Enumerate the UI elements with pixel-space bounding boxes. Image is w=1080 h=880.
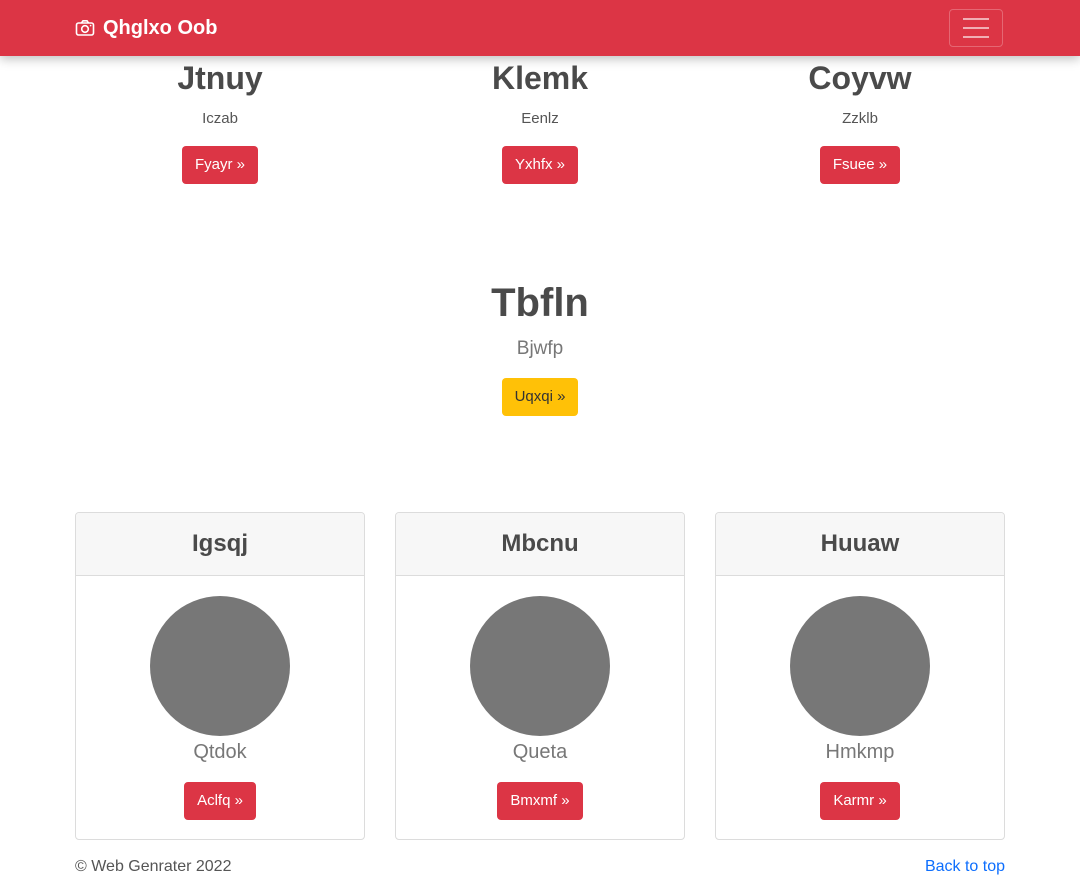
card-header: Huuaw (716, 513, 1004, 576)
avatar (150, 596, 290, 736)
footer-copyright: © Web Genrater 2022 (75, 858, 232, 875)
brand-link[interactable]: Qhglxo Oob (75, 0, 217, 56)
navbar-toggler-button[interactable] (949, 9, 1003, 47)
hamburger-icon-bar (963, 18, 989, 20)
profile-card: Igsqj Qtdok Aclfq » (75, 512, 365, 840)
feature-column: Klemk Eenlz Yxhfx » (395, 58, 685, 184)
feature-button[interactable]: Fsuee » (819, 146, 901, 184)
feature-text: Eenlz (521, 110, 559, 127)
card-name: Qtdok (193, 741, 247, 763)
profile-card: Huuaw Hmkmp Karmr » (715, 512, 1005, 840)
hero-section: Tbfln Bjwfp Uqxqi » (0, 280, 1080, 416)
navbar: Qhglxo Oob (0, 0, 1080, 56)
hero-button[interactable]: Uqxqi » (501, 378, 579, 416)
hero-title: Tbfln (491, 281, 589, 325)
card-button[interactable]: Bmxmf » (497, 782, 583, 820)
card-header: Mbcnu (396, 513, 684, 576)
card-button[interactable]: Aclfq » (184, 782, 256, 820)
feature-column: Jtnuy Iczab Fyayr » (75, 58, 365, 184)
card-button[interactable]: Karmr » (820, 782, 900, 820)
card-name: Queta (512, 741, 568, 763)
feature-title: Klemk (491, 60, 589, 96)
avatar (790, 596, 930, 736)
feature-text: Iczab (202, 110, 238, 127)
card-header: Igsqj (76, 513, 364, 576)
hamburger-icon-bar (963, 36, 989, 38)
card-name: Hmkmp (825, 741, 895, 763)
feature-button[interactable]: Fyayr » (181, 146, 258, 184)
avatar (470, 596, 610, 736)
profile-card: Mbcnu Queta Bmxmf » (395, 512, 685, 840)
hamburger-icon-bar (963, 27, 989, 29)
hero-subtitle: Bjwfp (516, 338, 564, 359)
back-to-top-link[interactable]: Back to top (925, 858, 1005, 876)
feature-text: Zzklb (842, 110, 878, 127)
brand-name: Qhglxo Oob (103, 16, 218, 39)
feature-title: Jtnuy (177, 60, 263, 96)
feature-column: Coyvw Zzklb Fsuee » (715, 58, 1005, 184)
feature-title: Coyvw (808, 60, 912, 96)
camera-icon (75, 20, 95, 36)
feature-button[interactable]: Yxhfx » (501, 146, 579, 184)
